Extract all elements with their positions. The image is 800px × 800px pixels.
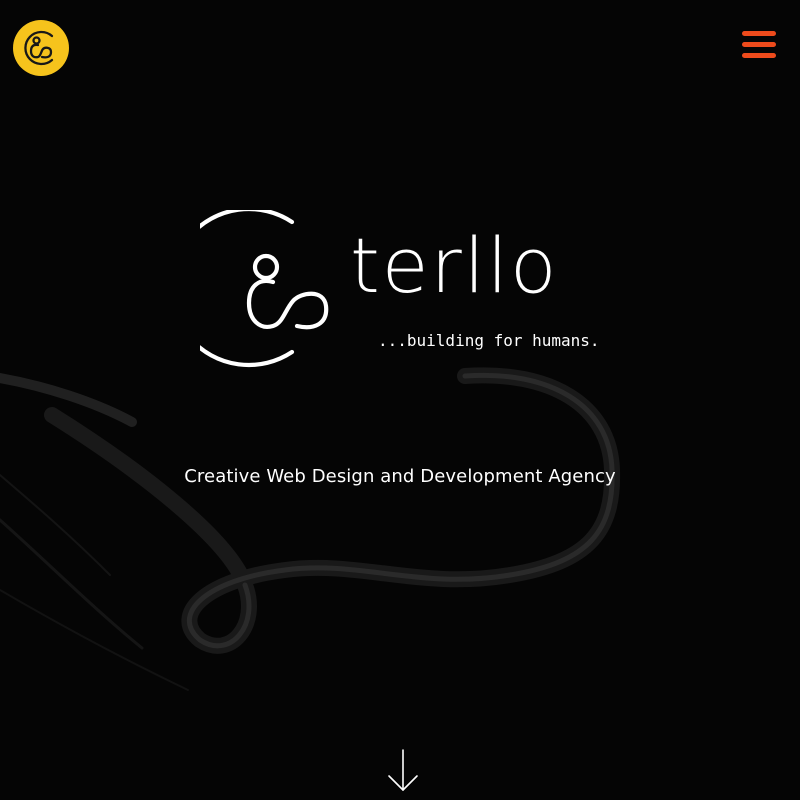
- scroll-down-button[interactable]: [386, 748, 420, 794]
- brand-name: terllo: [350, 221, 559, 310]
- home-logo-button[interactable]: [13, 20, 69, 76]
- cc-monogram-icon: [24, 30, 54, 66]
- background-brush-swirl: [0, 367, 621, 691]
- hero-subtitle: Creative Web Design and Development Agen…: [184, 466, 616, 487]
- menu-bar: [742, 53, 776, 58]
- tagline: ...building for humans.: [378, 331, 600, 350]
- landing-page: terllo ...building for humans. Creative …: [0, 0, 800, 800]
- hamburger-menu-button[interactable]: [740, 28, 778, 64]
- menu-bar: [742, 42, 776, 47]
- hero-logo: terllo ...building for humans.: [200, 210, 600, 380]
- hamburger-menu-icon: [742, 31, 776, 36]
- cc-monogram-icon: [200, 210, 329, 368]
- arrow-down-icon: [388, 749, 418, 791]
